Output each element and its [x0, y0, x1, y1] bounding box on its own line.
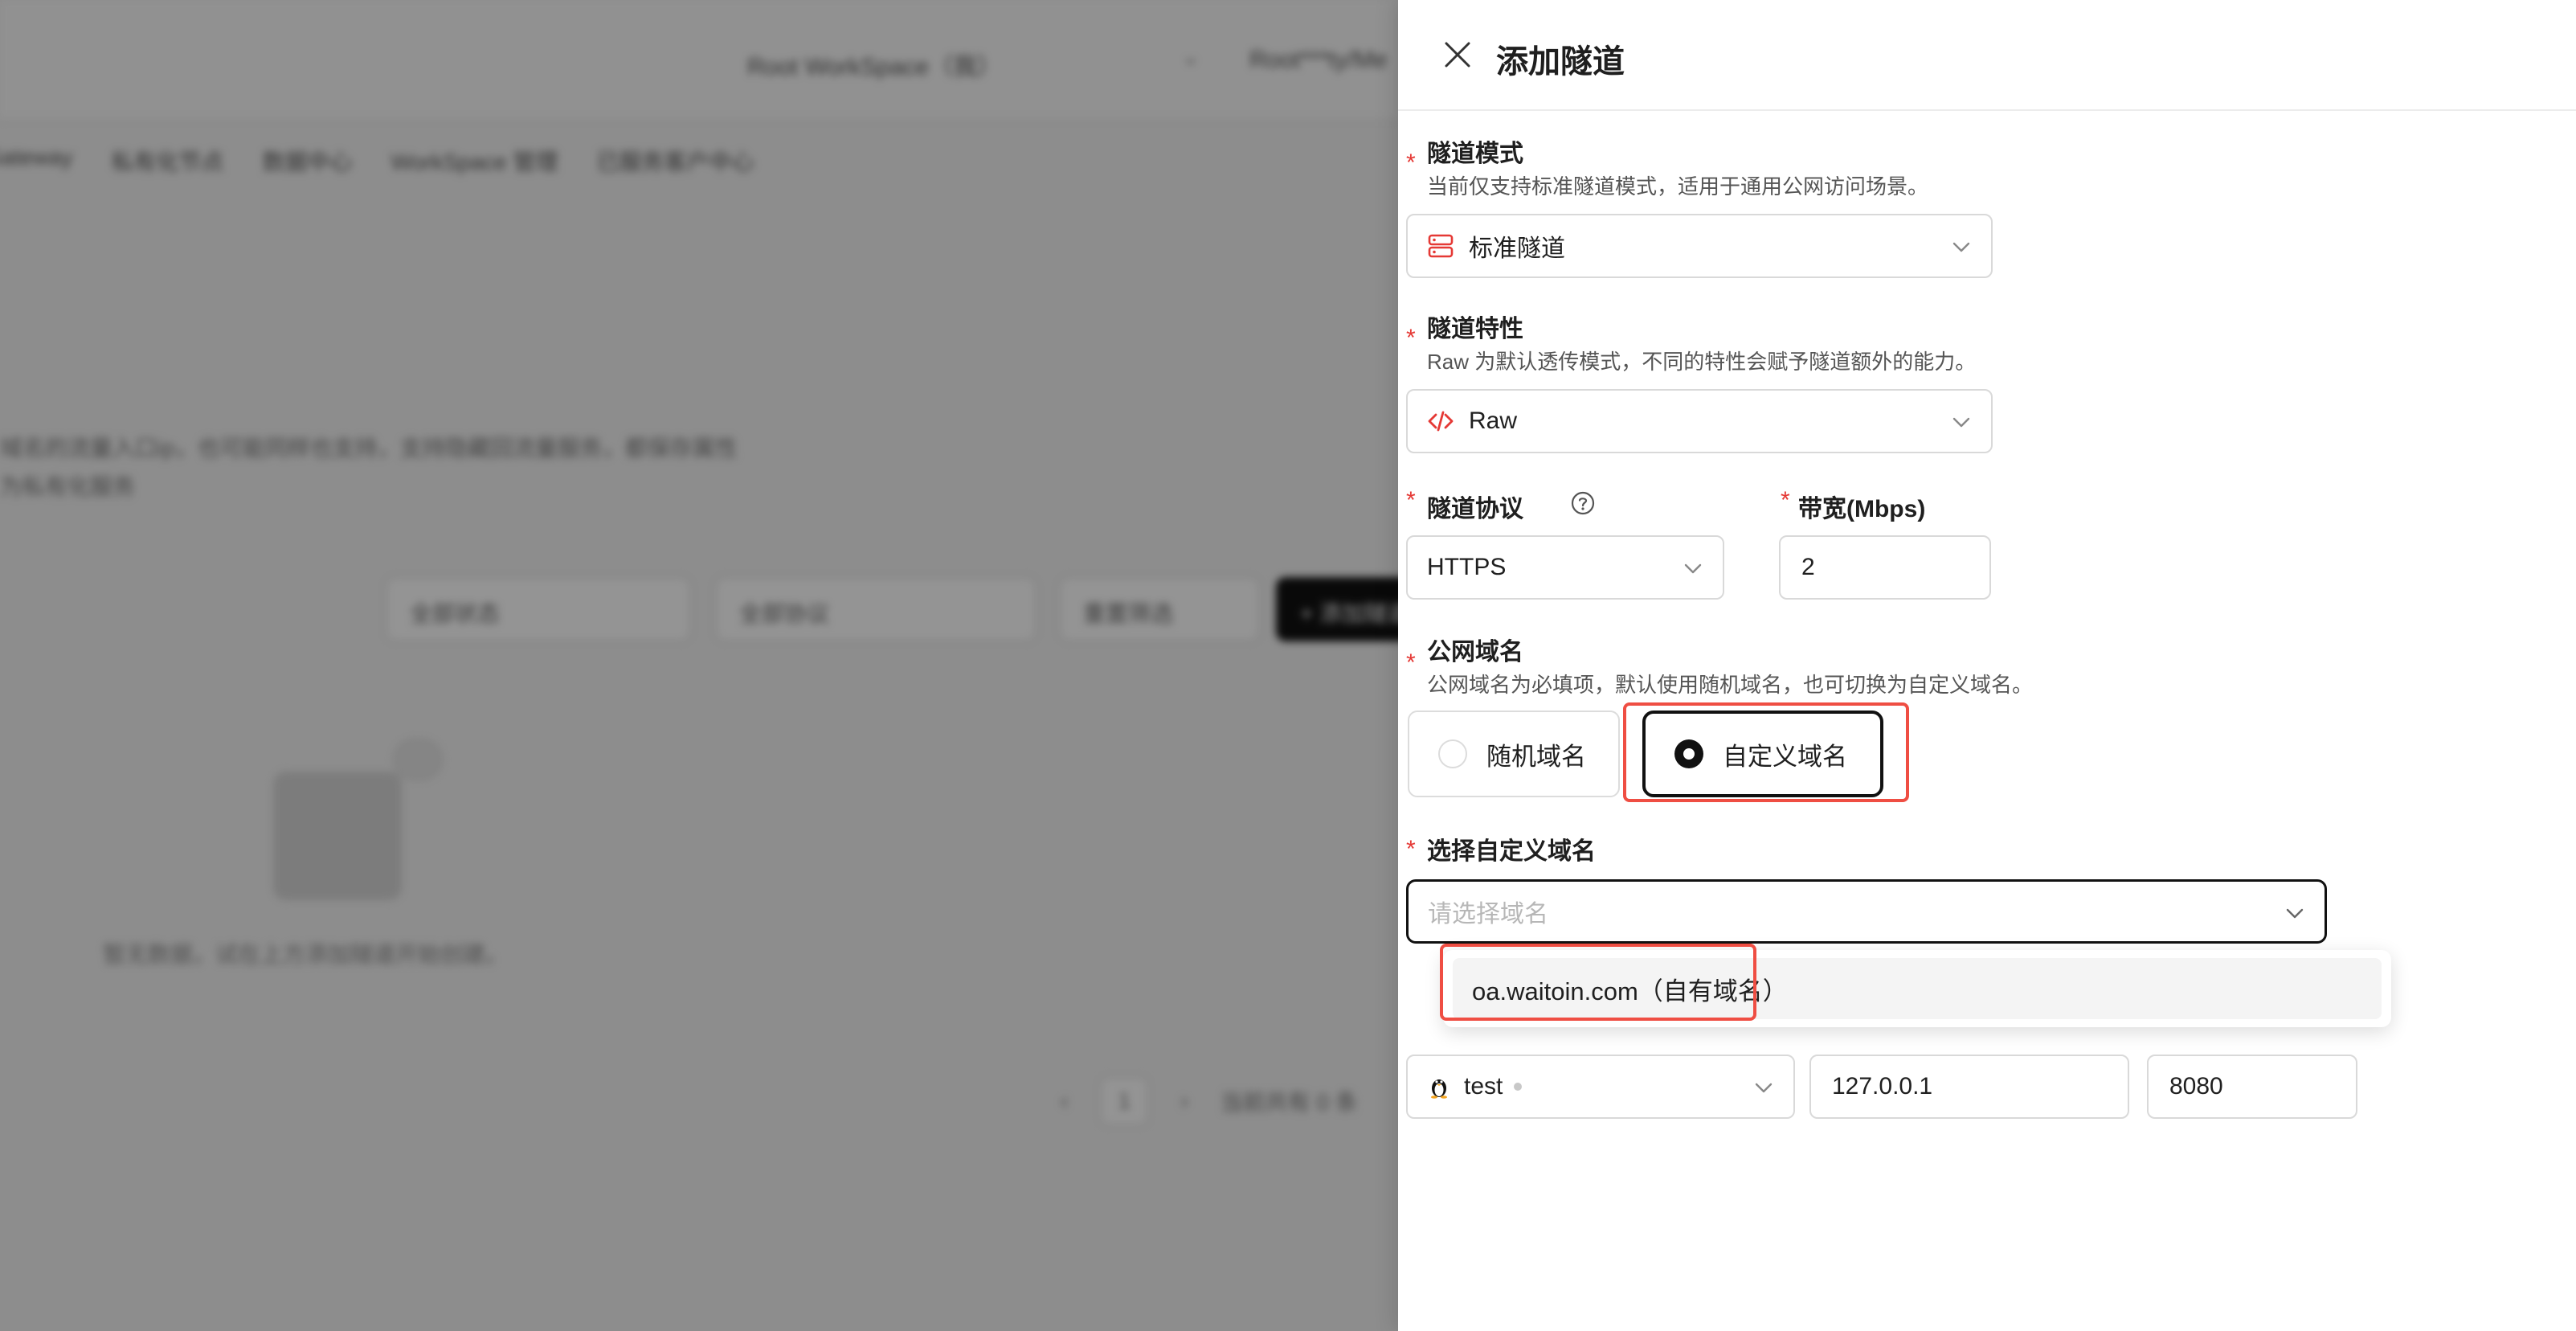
required-mark: * [1406, 487, 1416, 514]
custom-domain-select-label: 选择自定义域名 [1427, 838, 1596, 865]
custom-domain-select[interactable]: 请选择域名 [1406, 879, 2327, 944]
background-page: Root WorkSpace（我） ⌄ Root***ty/Me Gateway… [0, 0, 1398, 1331]
chevron-down-icon [2286, 908, 2304, 919]
status-dot [1514, 1083, 1523, 1091]
public-domain-hint: 公网域名为必填项，默认使用随机域名，也可切换为自定义域名。 [1427, 673, 2034, 697]
chevron-down-icon [1952, 242, 1970, 252]
protocol-select[interactable]: HTTPS [1406, 535, 1724, 600]
radio-unchecked-icon [1438, 739, 1467, 768]
required-mark: * [1406, 149, 1416, 176]
tunnel-feature-label: 隧道特性 [1427, 316, 1523, 342]
tunnel-feature-hint: Raw 为默认透传模式，不同的特性会赋予隧道额外的能力。 [1427, 350, 1977, 374]
protocol-value: HTTPS [1427, 554, 1507, 580]
drawer-title: 添加隧道 [1496, 44, 1625, 80]
drawer-header: 添加隧道 [1398, 0, 2576, 111]
tunnel-mode-hint: 当前仅支持标准隧道模式，适用于通用公网访问场景。 [1427, 174, 1929, 199]
required-mark: * [1781, 487, 1790, 514]
modal-overlay[interactable] [0, 0, 1398, 1331]
random-domain-option[interactable]: 随机域名 [1408, 711, 1620, 797]
target-ip-input[interactable]: 127.0.0.1 [1809, 1055, 2129, 1119]
chevron-down-icon [1684, 563, 1702, 574]
code-icon [1428, 411, 1454, 432]
domain-dropdown: oa.waitoin.com（自有域名） [1443, 950, 2391, 1027]
tunnel-mode-value: 标准隧道 [1469, 235, 1565, 262]
close-icon[interactable] [1443, 40, 1472, 69]
required-mark: * [1406, 325, 1416, 351]
tunnel-mode-label: 隧道模式 [1427, 141, 1523, 167]
custom-domain-label: 自定义域名 [1723, 742, 1847, 771]
node-value: test [1464, 1073, 1503, 1100]
tunnel-feature-value: Raw [1469, 407, 1518, 434]
radio-checked-icon [1674, 739, 1703, 768]
tunnel-mode-select[interactable]: 标准隧道 [1406, 214, 1993, 278]
linux-icon [1431, 1079, 1447, 1099]
custom-domain-placeholder: 请选择域名 [1428, 901, 1548, 928]
protocol-label: 隧道协议 [1427, 496, 1523, 522]
chevron-down-icon [1952, 417, 1970, 428]
server-icon [1428, 234, 1454, 258]
chevron-down-icon [1755, 1083, 1773, 1093]
required-mark: * [1406, 836, 1416, 862]
tunnel-feature-select[interactable]: Raw [1406, 389, 1993, 453]
add-tunnel-drawer: 添加隧道 * 隧道模式 当前仅支持标准隧道模式，适用于通用公网访问场景。 标准隧… [1398, 0, 2576, 1331]
bandwidth-input[interactable]: 2 [1779, 535, 1991, 600]
node-select[interactable]: test [1406, 1055, 1795, 1119]
required-mark: * [1406, 649, 1416, 676]
public-domain-label: 公网域名 [1427, 639, 1523, 666]
help-icon[interactable] [1570, 490, 1596, 516]
domain-option[interactable]: oa.waitoin.com（自有域名） [1453, 958, 2382, 1019]
random-domain-label: 随机域名 [1486, 742, 1586, 771]
bandwidth-label: 带宽(Mbps) [1798, 496, 1926, 522]
custom-domain-option[interactable]: 自定义域名 [1642, 711, 1883, 797]
target-port-input[interactable]: 8080 [2147, 1055, 2357, 1119]
